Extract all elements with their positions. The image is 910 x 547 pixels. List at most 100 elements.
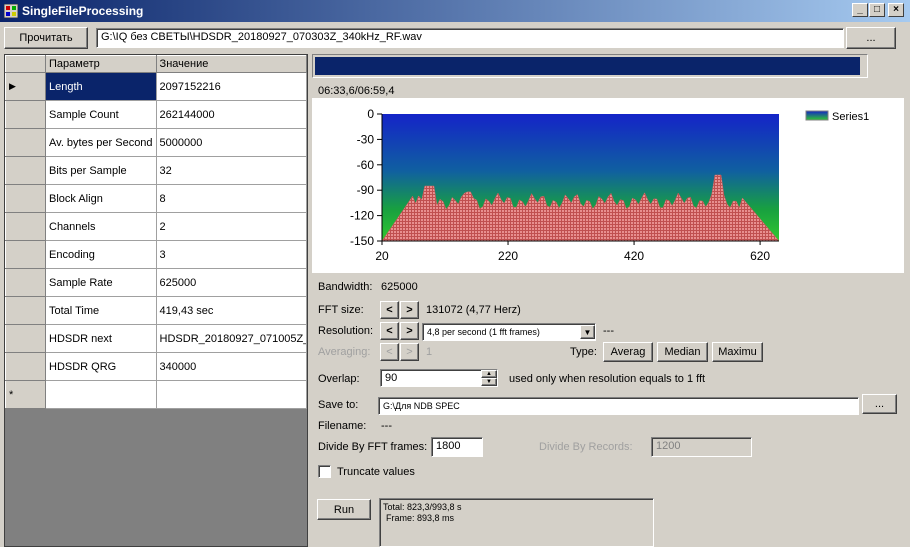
column-header-value[interactable]: Значение — [155, 55, 308, 73]
resolution-dropdown-button[interactable]: ▼ — [580, 325, 595, 339]
row-header[interactable]: ▶ — [5, 72, 46, 101]
spectrum-chart: 0 -30 -60 -90 -120 -150 20 220 420 620 Series1 — [312, 98, 904, 273]
file-path-field[interactable]: G:\IQ без СВЕТЫ\HDSDR_20180927_070303Z_3… — [96, 28, 844, 48]
row-header[interactable] — [5, 268, 46, 297]
averaging-value: 1 — [426, 346, 433, 358]
filename-value: --- — [381, 420, 392, 432]
row-header[interactable] — [5, 156, 46, 185]
cell-value[interactable]: 2 — [155, 212, 308, 241]
cell-value[interactable]: 340000 — [155, 352, 308, 381]
progress-bar — [312, 54, 868, 78]
row-header[interactable] — [5, 240, 46, 269]
bandwidth-value: 625000 — [381, 281, 418, 293]
browse-file-button[interactable]: ... — [846, 27, 896, 49]
save-to-field[interactable]: G:\Для NDB SPEC — [378, 397, 859, 415]
title-bar[interactable]: SingleFileProcessing _ □ × — [0, 0, 910, 22]
overlap-label: Overlap: — [318, 373, 360, 385]
cell-parameter[interactable]: Block Align — [45, 184, 157, 213]
truncate-checkbox[interactable] — [318, 465, 331, 478]
cell-parameter[interactable]: Sample Count — [45, 100, 157, 129]
table-row[interactable]: Av. bytes per Second 5000000 — [5, 128, 308, 157]
averaging-prev-button[interactable]: < — [380, 343, 399, 361]
read-button[interactable]: Прочитать — [4, 27, 88, 49]
run-button[interactable]: Run — [317, 499, 371, 520]
table-row[interactable]: Bits per Sample 32 — [5, 156, 308, 185]
table-row[interactable]: HDSDR QRG 340000 — [5, 352, 308, 381]
cell-parameter[interactable]: Channels — [45, 212, 157, 241]
maximize-button[interactable]: □ — [869, 3, 885, 17]
cell-value[interactable]: 625000 — [155, 268, 308, 297]
y-tick-label: -90 — [357, 183, 375, 197]
averaging-label: Averaging: — [318, 346, 371, 358]
table-row[interactable]: Total Time 419,43 sec — [5, 296, 308, 325]
y-tick-label: -120 — [350, 209, 374, 223]
table-row[interactable]: ▶ Length 2097152216 — [5, 72, 308, 101]
resolution-label: Resolution: — [318, 325, 374, 337]
averaging-next-button[interactable]: > — [400, 343, 419, 361]
chart-svg: 0 -30 -60 -90 -120 -15020 220 420 620 Series1 — [350, 107, 869, 263]
x-tick-label: 20 — [375, 249, 389, 263]
table-row[interactable]: Encoding 3 — [5, 240, 308, 269]
cell-value[interactable]: 32 — [155, 156, 308, 185]
cell-value[interactable]: 8 — [155, 184, 308, 213]
cell-value[interactable]: 419,43 sec — [155, 296, 308, 325]
cell-parameter[interactable]: Bits per Sample — [45, 156, 157, 185]
x-tick-label: 620 — [750, 249, 770, 263]
type-label: Type: — [570, 346, 597, 358]
resolution-prev-button[interactable]: < — [380, 322, 399, 340]
new-row-marker[interactable]: * — [5, 380, 46, 409]
table-row[interactable]: Sample Count 262144000 — [5, 100, 308, 129]
type-average-button[interactable]: Averag — [603, 342, 653, 362]
divide-fft-label: Divide By FFT frames: — [318, 441, 428, 453]
table-row[interactable]: Block Align 8 — [5, 184, 308, 213]
row-header[interactable] — [5, 296, 46, 325]
table-row[interactable]: Sample Rate 625000 — [5, 268, 308, 297]
row-header[interactable] — [5, 128, 46, 157]
window-title: SingleFileProcessing — [22, 4, 144, 18]
column-header-parameter[interactable]: Параметр — [45, 55, 157, 73]
divide-records-input[interactable]: 1200 — [651, 437, 752, 457]
row-header[interactable] — [5, 184, 46, 213]
row-header[interactable] — [5, 352, 46, 381]
save-browse-button[interactable]: ... — [862, 394, 897, 414]
row-header[interactable] — [5, 324, 46, 353]
cell-value[interactable]: 3 — [155, 240, 308, 269]
cell-parameter[interactable]: Encoding — [45, 240, 157, 269]
cell-parameter[interactable]: HDSDR QRG — [45, 352, 157, 381]
fft-prev-button[interactable]: < — [380, 301, 399, 319]
cell-parameter[interactable]: Total Time — [45, 296, 157, 325]
row-header[interactable] — [5, 100, 46, 129]
table-row[interactable]: HDSDR next HDSDR_20180927_071005Z_ — [5, 324, 308, 353]
log-box: Total: 823,3/993,8 s Frame: 893,8 ms — [379, 498, 654, 547]
fft-next-button[interactable]: > — [400, 301, 419, 319]
overlap-down-button[interactable]: ▼ — [481, 378, 497, 386]
cell-value[interactable] — [155, 380, 308, 409]
properties-grid[interactable]: Параметр Значение ▶ Length 2097152216 Sampl… — [4, 54, 308, 547]
type-maximum-button[interactable]: Maximu — [712, 342, 763, 362]
y-tick-label: -60 — [357, 158, 375, 172]
cell-parameter[interactable]: HDSDR next — [45, 324, 157, 353]
minimize-button[interactable]: _ — [852, 3, 868, 17]
cell-value[interactable]: 5000000 — [155, 128, 308, 157]
overlap-up-button[interactable]: ▲ — [481, 370, 497, 378]
resolution-next-button[interactable]: > — [400, 322, 419, 340]
divide-fft-input[interactable]: 1800 — [431, 437, 483, 457]
row-header[interactable] — [5, 212, 46, 241]
cell-value[interactable]: 2097152216 — [155, 72, 308, 101]
cell-parameter[interactable]: Sample Rate — [45, 268, 157, 297]
cell-value[interactable]: HDSDR_20180927_071005Z_ — [155, 324, 308, 353]
cell-parameter[interactable]: Length — [45, 72, 157, 101]
type-median-button[interactable]: Median — [657, 342, 708, 362]
grid-corner-header — [5, 55, 46, 73]
close-button[interactable]: × — [888, 3, 904, 17]
save-to-label: Save to: — [318, 399, 359, 411]
new-row[interactable]: * — [5, 380, 308, 409]
overlap-note: used only when resolution equals to 1 ff… — [509, 373, 706, 385]
divide-records-label: Divide By Records: — [539, 441, 633, 453]
cell-parameter[interactable]: Av. bytes per Second — [45, 128, 157, 157]
cell-value[interactable]: 262144000 — [155, 100, 308, 129]
resolution-select[interactable]: 4,8 per second (1 fft frames) — [422, 323, 596, 341]
table-row[interactable]: Channels 2 — [5, 212, 308, 241]
log-line: Total: 823,3/993,8 s — [383, 502, 462, 512]
cell-parameter[interactable] — [45, 380, 157, 409]
